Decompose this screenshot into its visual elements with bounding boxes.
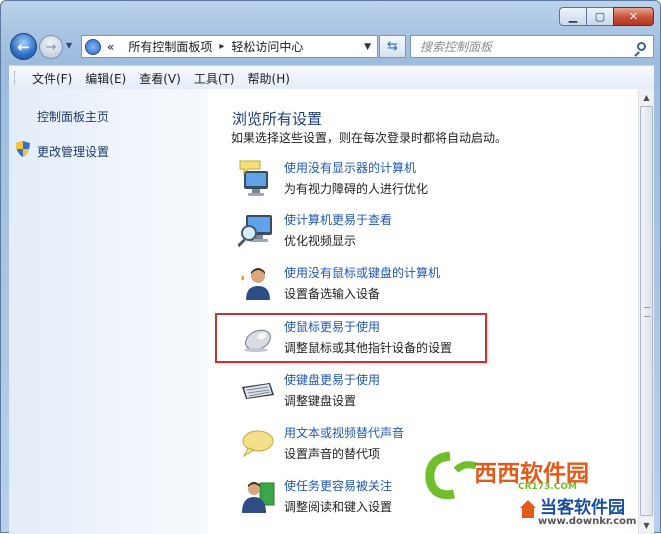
menu-grip	[14, 71, 18, 85]
control-panel-home-link[interactable]: 控制面板主页	[37, 108, 109, 125]
refresh-button[interactable]: ⇆	[379, 35, 406, 58]
setting-item-subtitle: 为有视力障碍的人进行优化	[284, 182, 429, 196]
setting-item-subtitle: 设置备选输入设备	[284, 287, 381, 301]
menu-edit[interactable]: 编辑(E)	[79, 70, 132, 87]
setting-item-subtitle: 调整键盘设置	[284, 394, 357, 408]
setting-item-no-mouse-keyboard[interactable]: 使用没有鼠标或键盘的计算机 设置备选输入设备	[238, 264, 618, 310]
setting-item-title[interactable]: 使任务更容易被关注	[284, 477, 392, 494]
setting-item-easier-to-see[interactable]: 使计算机更易于查看 优化视频显示	[238, 211, 618, 257]
highlight-box	[215, 313, 487, 363]
scrollbar-grip	[644, 307, 650, 317]
address-bar[interactable]: « 所有控制面板项 ▸ 轻松访问中心 ▼	[81, 35, 378, 58]
user-speech-icon	[241, 268, 270, 300]
breadcrumb-separator-icon[interactable]: ▸	[219, 41, 224, 52]
setting-item-title[interactable]: 使键盘更易于使用	[284, 371, 380, 388]
navigation-bar: ← → ▼ « 所有控制面板项 ▸ 轻松访问中心 ▼ ⇆	[9, 31, 654, 62]
setting-item-title[interactable]: 使用没有显示器的计算机	[284, 159, 416, 176]
forward-arrow-icon: →	[45, 39, 57, 55]
address-overflow[interactable]: «	[107, 40, 114, 54]
minimize-icon: ▁	[568, 10, 578, 23]
page-title: 浏览所有设置	[232, 110, 323, 128]
keyboard-icon	[242, 383, 274, 399]
setting-item-subtitle: 调整阅读和键入设置	[284, 500, 393, 514]
maximize-icon: ▢	[594, 10, 606, 23]
setting-item-subtitle: 设置声音的替代项	[284, 447, 381, 461]
minimize-button[interactable]: ▁	[559, 7, 587, 26]
recent-pages-button[interactable]: ▼	[66, 41, 75, 50]
close-button[interactable]: ✕	[613, 7, 654, 26]
address-dropdown-icon[interactable]: ▼	[364, 42, 371, 52]
menu-tools[interactable]: 工具(T)	[188, 70, 241, 87]
back-button[interactable]: ←	[10, 33, 37, 60]
maximize-button[interactable]: ▢	[586, 7, 614, 26]
uac-shield-icon	[16, 141, 30, 157]
change-admin-settings-link[interactable]: 更改管理设置	[37, 143, 109, 160]
magnifier-display-icon	[238, 215, 272, 248]
search-input[interactable]	[420, 39, 620, 54]
back-arrow-icon: ←	[17, 37, 30, 56]
breadcrumb-all-items[interactable]: 所有控制面板项	[128, 38, 212, 55]
refresh-icon: ⇆	[387, 39, 398, 54]
speech-bubble-icon	[242, 430, 274, 458]
page-description: 如果选择这些设置，则在每次登录时都将自动启动。	[231, 131, 508, 145]
setting-item-title[interactable]: 使计算机更易于查看	[284, 211, 392, 228]
watermark-domain-1: CR173.COM	[518, 482, 577, 492]
search-icon[interactable]	[637, 42, 646, 51]
user-book-icon	[242, 482, 275, 513]
menu-view[interactable]: 查看(V)	[133, 70, 187, 87]
setting-item-subtitle: 优化视频显示	[284, 234, 357, 248]
forward-button[interactable]: →	[39, 35, 63, 59]
search-box[interactable]	[410, 35, 654, 58]
watermark-brand-2: 当客软件园	[540, 498, 625, 518]
setting-item-title[interactable]: 用文本或视频替代声音	[284, 424, 404, 441]
watermark-logo: 西西软件园 CR173.COM 当客软件园 www.downkr.com	[420, 448, 661, 533]
menu-bar: 文件(F) 编辑(E) 查看(V) 工具(T) 帮助(H)	[9, 65, 654, 90]
setting-item-keyboard[interactable]: 使键盘更易于使用 调整键盘设置	[238, 371, 618, 417]
menu-help[interactable]: 帮助(H)	[242, 70, 296, 87]
title-buttons: ▁ ▢ ✕	[559, 7, 654, 26]
scroll-up-icon[interactable]: ▲	[639, 89, 654, 106]
narrator-display-icon	[239, 160, 268, 196]
close-icon: ✕	[628, 10, 639, 23]
breadcrumb-ease-of-access[interactable]: 轻松访问中心	[231, 38, 303, 55]
watermark-domain-2: www.downkr.com	[538, 516, 637, 527]
setting-item-title[interactable]: 使用没有鼠标或键盘的计算机	[284, 264, 440, 281]
left-pane: 控制面板主页 更改管理设置	[9, 89, 208, 534]
setting-item-no-display[interactable]: 使用没有显示器的计算机 为有视力障碍的人进行优化	[238, 159, 618, 205]
menu-file[interactable]: 文件(F)	[26, 70, 78, 87]
control-panel-icon	[85, 38, 101, 55]
